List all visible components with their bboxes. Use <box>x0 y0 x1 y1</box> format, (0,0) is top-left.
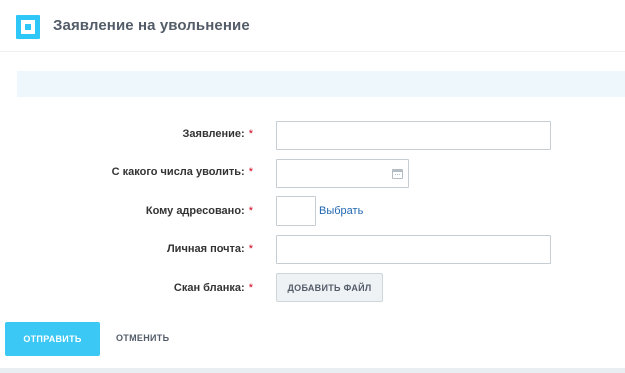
page-header: Заявление на увольнение <box>0 0 625 52</box>
submit-button[interactable]: ОТПРАВИТЬ <box>5 322 100 356</box>
field-label-addressee: Кому адресовано: * <box>145 205 253 217</box>
add-file-button[interactable]: ДОБАВИТЬ ФАЙЛ <box>276 273 383 302</box>
addressee-field[interactable] <box>276 196 316 226</box>
dismissal-date-field[interactable] <box>276 159 409 188</box>
field-label-statement: Заявление: * <box>182 128 253 140</box>
field-label-dismissal-date: С какого числа уволить: * <box>111 166 253 178</box>
square-frame-logo-icon <box>16 15 40 39</box>
personal-email-input[interactable] <box>276 235 551 264</box>
footer-divider <box>0 368 625 373</box>
info-band <box>17 71 625 97</box>
required-marker: * <box>248 243 253 255</box>
required-marker: * <box>248 282 253 294</box>
field-label-personal-email: Личная почта: * <box>166 243 253 255</box>
required-marker: * <box>248 166 253 178</box>
calendar-icon[interactable] <box>392 169 403 179</box>
field-label-form-scan: Скан бланка: * <box>173 282 253 294</box>
required-marker: * <box>248 205 253 217</box>
page-title: Заявление на увольнение <box>53 17 250 34</box>
resignation-form-page: Заявление на увольнение Заявление: * С ка… <box>0 0 625 373</box>
cancel-button[interactable]: ОТМЕНИТЬ <box>116 333 169 343</box>
required-marker: * <box>248 128 253 140</box>
select-addressee-link[interactable]: Выбрать <box>319 205 363 217</box>
statement-input[interactable] <box>276 121 551 150</box>
